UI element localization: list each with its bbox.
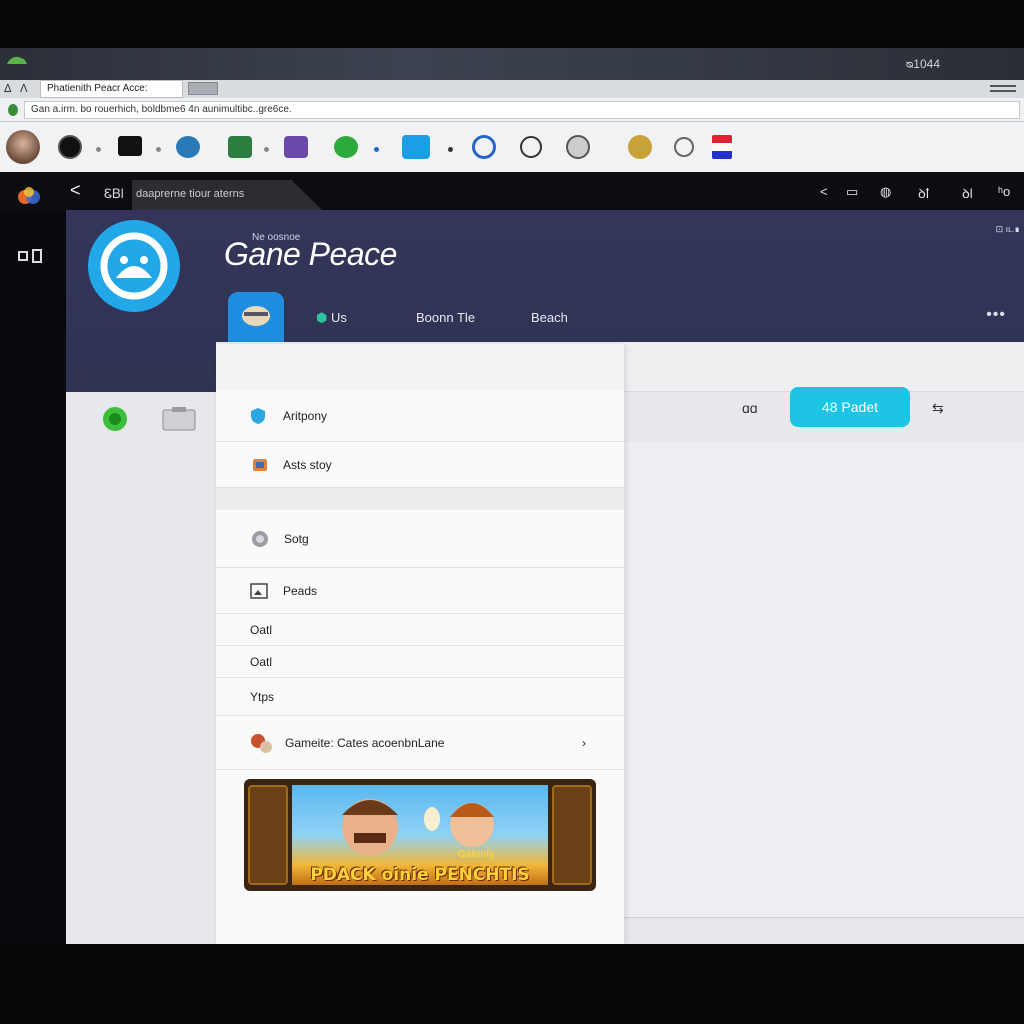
toolbar-signal-icon[interactable]: ꝺl [962,184,973,202]
bookmark-o-icon[interactable] [58,135,82,159]
bottom-frame [0,944,1024,1024]
menu-spacer [216,344,624,390]
tab-beach[interactable]: Beach [531,310,568,325]
gallery-icon [250,582,268,599]
window-menu-icon[interactable] [990,82,1016,94]
game-character-icon [251,733,272,753]
bookmark-camera-icon[interactable] [118,136,142,156]
avatar-face-icon [242,306,270,326]
bookmark-green-icon[interactable] [334,136,358,158]
menu-item-oatl-2[interactable]: Oatl [216,646,624,678]
game-banner[interactable]: Gainoly PDACK oinie PENCHTIS [244,779,596,891]
bookmark-circle-icon[interactable] [674,137,694,157]
tab-strip: ᐃ ᐱ Phatienith Peacr Acce: [0,80,1024,98]
tab-boonn-tle[interactable]: Boonn Tle [416,310,475,325]
menu-item-label: Asts stoy [283,457,332,472]
app-toolbar: < ᏋᏴl daaprerne tiour aterns < ▭ ◍ ꝺꝉ ꝺl… [0,172,1024,210]
browser-logo-icon [7,56,27,64]
menu-item-label: Gameite: Cates acoenbnLane [285,735,445,750]
banner-left-frame [248,785,288,885]
bookmark-blue-icon[interactable] [402,135,430,159]
game-logo-icon [100,232,168,300]
tab-us[interactable]: ⬢ Us [316,310,347,326]
bookmark-purple-icon[interactable] [284,136,308,158]
primary-action-button[interactable]: 48 Padet [790,387,910,427]
toolbar-window-icon[interactable]: ▭ [846,184,858,200]
banner-subtitle: Gainoly [458,849,495,860]
app-count: ᏋᏴl [104,186,124,201]
bookmark-globe-icon[interactable] [176,136,200,158]
toolbar-sync-icon[interactable]: ◍ [880,184,891,200]
shuffle-icon[interactable]: ⇆ [932,400,944,417]
new-tab-button[interactable] [188,82,218,95]
menu-separator [216,488,624,510]
menu-item-ytps[interactable]: Ytps [216,678,624,716]
toolbar-stats-icon[interactable]: ꝺꝉ [918,184,929,202]
gamepad-icon[interactable] [16,244,44,268]
window-titlebar: ᴓ1044 [0,48,1024,80]
shield-icon [251,407,265,424]
window-clock: ᴓ1044 [906,57,940,71]
bookmark-swirl-icon[interactable] [472,135,496,159]
app-back-icon[interactable]: < [70,181,81,199]
shield-icon: ⬢ [316,310,331,325]
bookmark-flag-icon[interactable] [712,135,732,159]
menu-item-oatl[interactable]: Oatl [216,614,624,646]
toolbar-back-icon[interactable]: < [820,184,828,199]
menu-item-gameite[interactable]: Gameite: Cates acoenbnLane › [216,716,624,770]
url-input[interactable]: Gan a.irm. bo rouerhich, boldbme6 4n aun… [24,101,1020,119]
left-rail [0,210,66,945]
detail-panel [624,442,1024,918]
separator-dot [448,147,453,152]
bookmark-settings-icon[interactable] [566,135,590,159]
pager-indicator[interactable]: ɑɑ [742,400,758,416]
menu-item-label: Sotg [284,531,309,546]
bookmark-app-icon[interactable] [228,136,252,158]
tab-active[interactable]: Phatienith Peacr Acce: [40,80,183,98]
banner-title: PDACK oinie PENCHTIS [310,865,530,885]
menu-item-label: Aritpony [283,408,328,423]
menu-item-peads[interactable]: Peads [216,568,624,614]
nav-back-icon[interactable]: ᐃ [4,82,12,95]
menu-item-label: Oatl [250,622,273,637]
separator-dot [156,147,161,152]
app-logo-icon[interactable] [16,184,42,210]
app-store-icon [253,458,267,471]
separator-dot [374,147,379,152]
menu-item-label: Oatl [250,654,273,669]
menu-item-aritpony[interactable]: Aritpony [216,390,624,442]
bookmarks-bar [0,122,1024,172]
divider [624,917,1024,918]
nav-up-icon[interactable]: ᐱ [20,82,28,95]
separator-dot [264,147,269,152]
profile-avatar[interactable] [6,130,40,164]
more-options-icon[interactable]: ••• [986,306,1006,324]
toolbar-power-icon[interactable]: ʰo [998,184,1010,199]
nav-avatar[interactable] [228,292,284,342]
hero-badge: ⊡ ıʟ.∎ [995,224,1020,234]
banner-right-frame [552,785,592,885]
separator-dot [96,147,101,152]
tab-us-label: Us [330,310,347,325]
menu-item-label: Peads [283,583,318,598]
address-bar: Gan a.irm. bo rouerhich, boldbme6 4n aun… [0,98,1024,122]
menu-item-label: Ytps [250,689,275,704]
menu-item-asts-stoy[interactable]: Asts stoy [216,442,624,488]
game-logo[interactable] [88,220,180,312]
page-title: Gane Peace [224,236,397,272]
app-search-tab[interactable]: daaprerne tiour aterns [132,180,322,210]
green-status-icon[interactable] [102,406,128,432]
settings-icon [252,530,268,547]
bookmark-gold-icon[interactable] [628,135,652,159]
menu-item-sotg[interactable]: Sotg [216,510,624,568]
chevron-right-icon: › [582,735,586,750]
folder-icon[interactable] [162,406,196,432]
bookmark-ring-icon[interactable] [520,136,542,158]
site-info-icon[interactable] [8,104,18,116]
